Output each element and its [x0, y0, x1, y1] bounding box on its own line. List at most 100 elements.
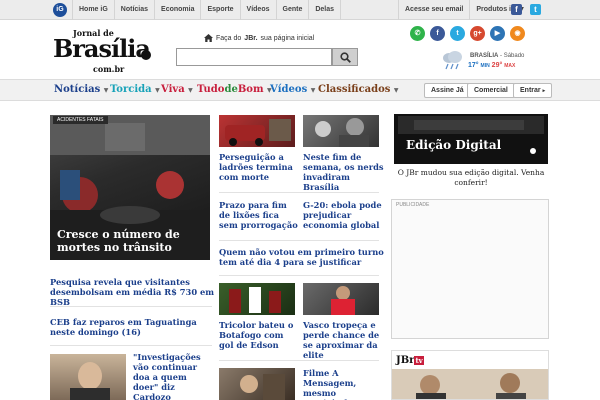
logo-dot — [141, 50, 151, 60]
edicao-title: Edição Digital — [406, 138, 502, 152]
entrar-button[interactable]: Entrar ▸ — [513, 83, 553, 98]
main-nav: Notícias ▼ Torcida ▼ Viva ▼ TudodeBom ▼ … — [0, 79, 600, 101]
whatsapp-icon[interactable]: ✆ — [410, 26, 425, 41]
jbr-tv-logo: JBrtv — [396, 355, 424, 366]
weather-day: Sábado — [503, 53, 525, 59]
weather-city-name: BRASÍLIA — [470, 53, 499, 59]
top-link-home-ig[interactable]: Home iG — [72, 0, 114, 20]
cardozo-photo[interactable] — [50, 354, 126, 400]
featured-tag: ACIDENTES FATAIS — [53, 116, 108, 124]
tricolor-photo-art — [229, 287, 281, 313]
chevron-down-icon: ▼ — [310, 87, 316, 94]
cardozo-photo-art — [70, 362, 110, 400]
vasco-photo[interactable] — [303, 283, 379, 315]
rss-icon[interactable]: ◉ — [510, 26, 525, 41]
facebook-icon[interactable]: f — [430, 26, 445, 41]
weather-temps: 17° MIN 29° MAX — [468, 62, 515, 69]
weather-max-label: MAX — [504, 63, 516, 69]
chevron-down-icon: ▼ — [188, 87, 193, 94]
chevron-down-icon: ▼ — [155, 87, 160, 94]
nav-noticias-label: Notícias — [54, 84, 101, 95]
nav-viva[interactable]: Viva ▼ — [161, 80, 193, 100]
divider — [219, 275, 379, 276]
facebook-icon[interactable]: f — [511, 4, 522, 15]
edicao-dot — [530, 148, 536, 154]
edicao-digital-banner[interactable]: Edição Digital — [394, 114, 548, 164]
headline-g20[interactable]: G-20: ebola pode prejudicar economia glo… — [303, 200, 385, 230]
ad-label: PUBLICIDADE — [396, 202, 430, 208]
assine-button[interactable]: Assine Já — [424, 83, 471, 98]
chase-photo-art — [225, 119, 291, 146]
headline-tricolor[interactable]: Tricolor bateu o Botafogo com gol de Eds… — [219, 320, 299, 350]
access-email-link[interactable]: Acesse seu email — [398, 0, 469, 20]
nav-viva-label: Viva — [161, 84, 185, 95]
rain-cloud-icon — [443, 51, 462, 70]
top-link-esporte[interactable]: Esporte — [200, 0, 239, 20]
film-photo[interactable] — [219, 368, 295, 400]
weather-max: 29° — [491, 62, 503, 69]
homepage-prefix: Faça do — [216, 34, 242, 42]
tricolor-photo[interactable] — [219, 283, 295, 315]
divider — [50, 345, 212, 346]
google-plus-icon[interactable]: g+ — [470, 26, 485, 41]
top-link-delas[interactable]: Delas — [308, 0, 342, 20]
headline-pesquisa[interactable]: Pesquisa revela que visitantes desembols… — [50, 277, 215, 307]
ad-slot[interactable]: PUBLICIDADE — [391, 199, 549, 339]
top-link-videos[interactable]: Vídeos — [239, 0, 276, 20]
edicao-description[interactable]: O JBr mudou sua edição digital. Venha co… — [394, 168, 548, 188]
comercial-button[interactable]: Comercial — [467, 83, 515, 98]
jbr-tv-photo — [392, 369, 548, 399]
nav-classificados[interactable]: Classificados ▼ — [318, 80, 399, 100]
headline-justificar[interactable]: Quem não votou em primeiro turno tem até… — [219, 247, 384, 267]
vasco-photo-art — [331, 286, 355, 315]
produtos-ig-menu[interactable]: Produtos iG ▼ — [469, 0, 531, 20]
top-link-noticias[interactable]: Notícias — [113, 0, 154, 20]
nav-bom-label: Bom — [237, 84, 264, 95]
chevron-down-icon: ▼ — [393, 87, 399, 94]
nav-videos-label: Vídeos — [270, 84, 308, 95]
headline-nerds[interactable]: Neste fim de semana, os nerds invadiram … — [303, 152, 385, 192]
weather-min-label: MIN — [480, 63, 490, 69]
youtube-icon[interactable]: ▶ — [490, 26, 505, 41]
headline-lixoes[interactable]: Prazo para fim de lixões fica sem prorro… — [219, 200, 299, 230]
chase-photo[interactable] — [219, 115, 295, 147]
twitter-icon[interactable]: t — [450, 26, 465, 41]
site-logo[interactable]: Jornal de Brasília com.br — [53, 28, 157, 74]
top-nav: Home iG Notícias Economia Esporte Vídeos… — [72, 0, 342, 20]
headline-cardozo[interactable]: "Investigações vão continuar doa a quem … — [133, 352, 213, 400]
search-input[interactable] — [176, 48, 332, 66]
nav-classificados-label: Classificados — [318, 84, 391, 95]
weather-city: BRASÍLIA - Sábado — [470, 53, 525, 59]
nav-tudodebom[interactable]: TudodeBom ▼ — [197, 80, 272, 100]
twitter-icon[interactable]: t — [530, 4, 541, 15]
chevron-right-icon: ▸ — [542, 88, 546, 94]
nav-torcida-label: Torcida — [110, 84, 152, 95]
search-icon — [339, 51, 351, 63]
nav-videos[interactable]: Vídeos ▼ — [270, 80, 315, 100]
film-photo-art — [240, 374, 285, 400]
top-link-gente[interactable]: Gente — [275, 0, 309, 20]
top-link-economia[interactable]: Economia — [154, 0, 200, 20]
jbr-tv-logo-text: JBr — [396, 355, 415, 366]
chevron-down-icon: ▼ — [103, 87, 109, 94]
headline-ceb[interactable]: CEB faz reparos em Taguatinga neste domi… — [50, 317, 215, 337]
featured-headline[interactable]: Cresce o número de mortes no trânsito — [57, 228, 207, 254]
home-icon — [204, 34, 213, 42]
nav-noticias[interactable]: Notícias ▼ — [54, 80, 108, 100]
homepage-brand: JBr. — [244, 34, 258, 42]
jbr-tv-box[interactable]: JBrtv — [391, 350, 549, 400]
headline-filme[interactable]: Filme A Mensagem, mesmo previsível, — [303, 368, 383, 400]
nav-tudo-label: Tudo — [197, 84, 225, 95]
homepage-link[interactable]: Faça do JBr. sua página inicial — [204, 34, 314, 42]
ig-logo[interactable]: iG — [53, 3, 67, 17]
top-bar: iG Home iG Notícias Economia Esporte Víd… — [0, 0, 600, 20]
nerds-photo-art — [315, 118, 369, 147]
divider — [219, 360, 379, 361]
weather-min: 17° — [468, 62, 479, 69]
nav-torcida[interactable]: Torcida ▼ — [110, 80, 160, 100]
divider — [219, 240, 379, 241]
search-button[interactable] — [332, 48, 358, 66]
headline-perseguicao[interactable]: Perseguição a ladrões termina com morte — [219, 152, 299, 182]
nerds-photo[interactable] — [303, 115, 379, 147]
headline-vasco[interactable]: Vasco tropeça e perde chance de se aprox… — [303, 320, 385, 360]
